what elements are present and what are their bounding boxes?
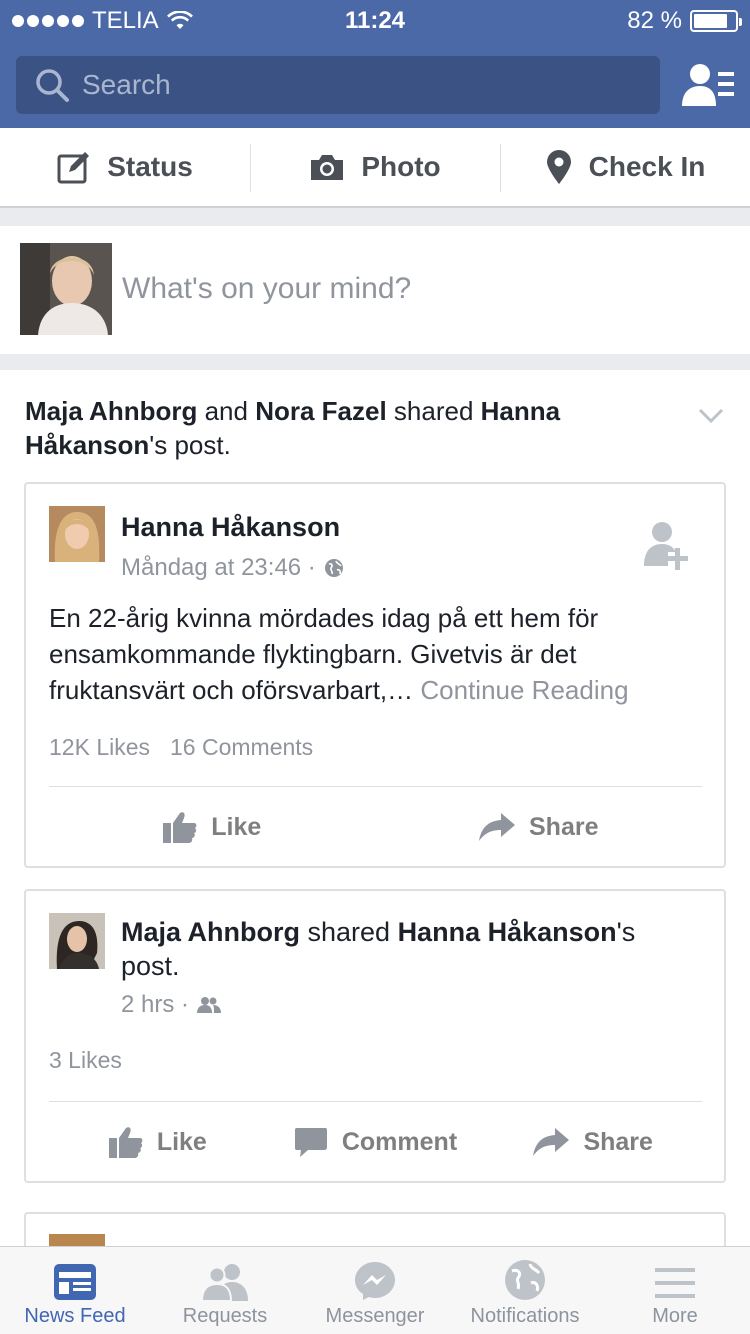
friends-icon — [200, 1264, 248, 1301]
comment-label: Comment — [341, 1127, 458, 1156]
tab-news-feed[interactable]: News Feed — [0, 1247, 150, 1334]
actor-link[interactable]: Nora Fazel — [255, 396, 387, 426]
story-header-text: 's post. — [149, 430, 231, 460]
sharer-avatar[interactable] — [49, 913, 105, 969]
post-actions: Like Share — [49, 787, 702, 867]
share-icon — [479, 813, 515, 841]
post-body: En 22-årig kvinna mördades idag på ett h… — [49, 600, 709, 708]
tab-label: Messenger — [325, 1305, 425, 1327]
share-label: Share — [583, 1127, 653, 1156]
like-button[interactable]: Like — [49, 787, 376, 867]
post-timestamp[interactable]: Måndag at 23:46 · — [121, 554, 316, 582]
share-attribution-card[interactable]: Maja Ahnborg shared Hanna Håkanson's pos… — [24, 889, 726, 1183]
top-bar: TELIA 11:24 82 % — [0, 0, 750, 128]
author-name[interactable]: Hanna Håkanson — [121, 512, 340, 543]
story-header-text: and — [197, 396, 256, 426]
photo-label: Photo — [361, 151, 441, 182]
actor-link[interactable]: Maja Ahnborg — [121, 917, 300, 947]
comment-icon — [294, 1128, 327, 1157]
reaction-counts: 12K Likes 16 Comments — [49, 734, 313, 761]
tab-messenger[interactable]: Messenger — [300, 1247, 450, 1334]
chevron-down-icon[interactable] — [698, 408, 724, 424]
post-meta: Måndag at 23:46 · — [121, 554, 344, 582]
comment-button[interactable]: Comment — [267, 1102, 485, 1182]
continue-reading-link[interactable]: Continue Reading — [420, 675, 628, 705]
tab-bar: News Feed Requests Messenger Notificatio… — [0, 1246, 750, 1334]
camera-icon — [311, 155, 344, 180]
likes-count[interactable]: 12K Likes — [49, 734, 150, 761]
like-label: Like — [156, 1127, 207, 1156]
feed-story: Maja Ahnborg and Nora Fazel shared Hanna… — [0, 370, 750, 1290]
search-bar[interactable] — [16, 56, 660, 114]
share-label: Share — [529, 812, 599, 841]
tab-more[interactable]: More — [600, 1247, 750, 1334]
status-bar: TELIA 11:24 82 % — [0, 0, 750, 42]
likes-count[interactable]: 3 Likes — [49, 1047, 122, 1074]
tab-label: More — [652, 1305, 698, 1327]
search-input[interactable] — [82, 69, 622, 101]
tab-label: News Feed — [24, 1305, 126, 1327]
share-timestamp[interactable]: 2 hrs · — [121, 991, 189, 1019]
status-label: Status — [107, 151, 193, 182]
photo-button[interactable]: Photo — [250, 128, 500, 206]
share-button[interactable]: Share — [376, 787, 703, 867]
share-header-text: shared — [300, 917, 398, 947]
actor-link[interactable]: Maja Ahnborg — [25, 396, 197, 426]
story-header-text: shared — [386, 396, 481, 426]
composer-prompt[interactable]: What's on your mind? — [0, 226, 750, 354]
share-icon — [533, 1128, 570, 1156]
search-icon — [36, 69, 69, 102]
menu-icon — [655, 1268, 695, 1298]
location-pin-icon — [546, 150, 571, 184]
comments-count[interactable]: 16 Comments — [170, 734, 313, 761]
story-header: Maja Ahnborg and Nora Fazel shared Hanna… — [25, 394, 665, 462]
globe-icon — [505, 1260, 545, 1300]
battery-percent: 82 % — [627, 7, 682, 34]
friends-list-icon[interactable] — [682, 62, 736, 108]
author-avatar[interactable] — [49, 506, 105, 562]
user-avatar — [20, 243, 112, 335]
status-button[interactable]: Status — [0, 128, 250, 206]
composer-actions: Status Photo Check In — [0, 128, 750, 208]
shared-post-card[interactable]: Hanna Håkanson Måndag at 23:46 · En 22-å… — [24, 482, 726, 868]
like-button[interactable]: Like — [49, 1102, 267, 1182]
share-header: Maja Ahnborg shared Hanna Håkanson's pos… — [121, 915, 701, 983]
check-in-label: Check In — [588, 151, 706, 182]
owner-link[interactable]: Hanna Håkanson — [398, 917, 617, 947]
check-in-button[interactable]: Check In — [500, 128, 750, 206]
share-meta: 2 hrs · — [121, 991, 222, 1019]
composer-placeholder: What's on your mind? — [122, 272, 412, 305]
thumbs-up-icon — [108, 1127, 143, 1158]
friends-audience-icon — [197, 997, 222, 1013]
messenger-icon — [355, 1262, 395, 1300]
globe-icon — [324, 559, 343, 577]
thumbs-up-icon — [163, 812, 197, 843]
add-friend-icon[interactable] — [644, 520, 690, 572]
share-actions: Like Comment Share — [49, 1102, 702, 1182]
tab-label: Notifications — [470, 1305, 580, 1327]
tab-label: Requests — [182, 1305, 268, 1327]
tab-notifications[interactable]: Notifications — [450, 1247, 600, 1334]
like-label: Like — [211, 812, 262, 841]
news-feed-icon — [54, 1264, 96, 1300]
tab-requests[interactable]: Requests — [150, 1247, 300, 1334]
battery-icon — [690, 10, 742, 32]
share-button[interactable]: Share — [484, 1102, 702, 1182]
share-reaction-counts: 3 Likes — [49, 1047, 122, 1074]
edit-icon — [57, 152, 90, 184]
